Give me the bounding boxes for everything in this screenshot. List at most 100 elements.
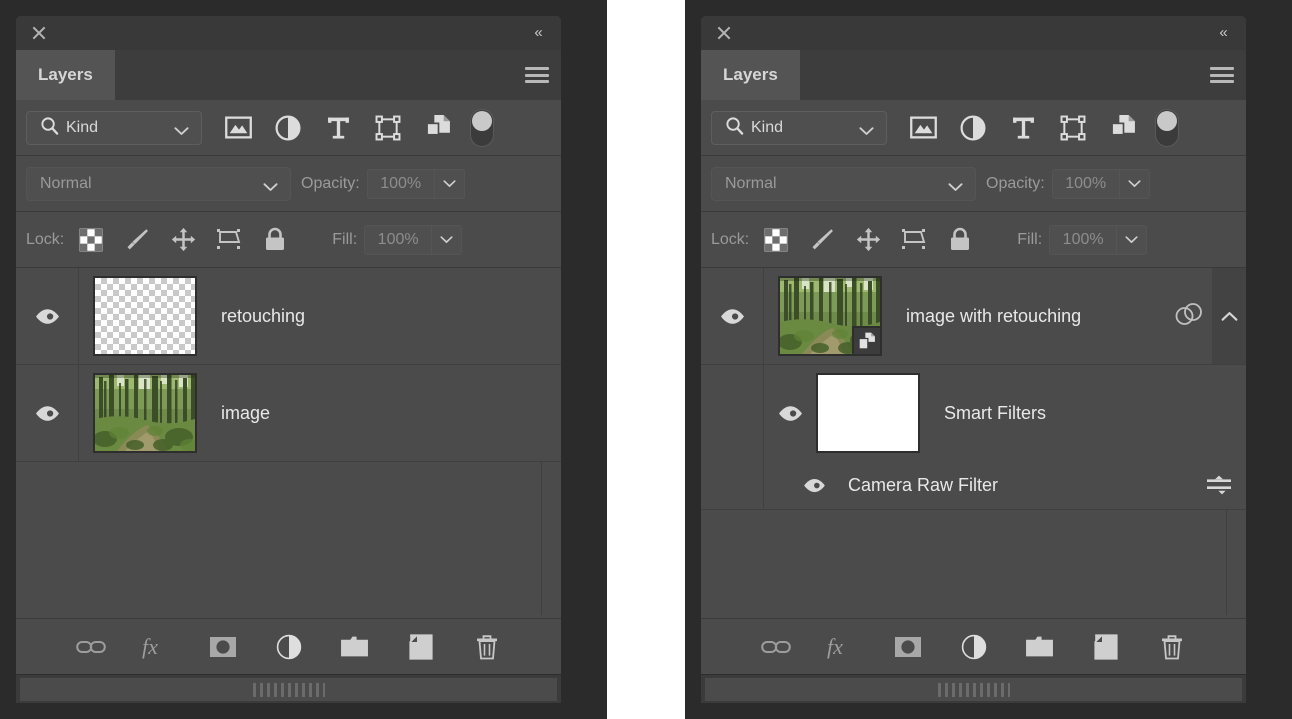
opacity-stepper-button[interactable] (434, 168, 465, 199)
blend-mode-select[interactable]: Normal (711, 166, 976, 201)
new-group-folder-icon[interactable] (1023, 630, 1057, 664)
layer-filter-bar: Kind (701, 100, 1246, 156)
layers-panel-left: « Layers Kind Normal Opacity: 100% Lock:… (16, 16, 561, 703)
table-row[interactable]: image (16, 365, 561, 462)
panel-resize-grip[interactable] (937, 683, 1010, 697)
filter-type-layers-icon[interactable] (1009, 114, 1037, 142)
filter-type-icons (224, 114, 452, 142)
filter-kind-select[interactable]: Kind (26, 110, 202, 145)
lock-image-pixels-brush-icon[interactable] (809, 227, 835, 253)
tab-layers-label: Layers (723, 65, 778, 84)
filter-enable-toggle[interactable] (1155, 108, 1179, 147)
lock-icons (78, 227, 288, 253)
fill-stepper-button[interactable] (1117, 224, 1148, 255)
eye-visibility-icon[interactable] (16, 365, 79, 461)
new-layer-icon[interactable] (1089, 630, 1123, 664)
delete-layer-trash-icon[interactable] (470, 630, 504, 664)
layers-bottom-toolbar (16, 618, 561, 674)
smart-filters-mask-thumbnail[interactable] (816, 373, 920, 453)
search-magnifier-icon (40, 116, 59, 140)
filter-shape-layers-icon[interactable] (374, 114, 402, 142)
new-adjustment-layer-icon[interactable] (272, 630, 306, 664)
lock-image-pixels-brush-icon[interactable] (124, 227, 150, 253)
lock-artboard-nesting-icon[interactable] (216, 227, 242, 253)
filter-pixel-layers-icon[interactable] (909, 114, 937, 142)
filter-name-label[interactable]: Camera Raw Filter (848, 475, 1204, 496)
new-layer-icon[interactable] (404, 630, 438, 664)
blend-mode-select[interactable]: Normal (26, 166, 291, 201)
layer-name-label[interactable]: image with retouching (906, 306, 1174, 327)
filter-adjustment-layers-icon[interactable] (274, 114, 302, 142)
lock-transparent-pixels-icon[interactable] (763, 227, 789, 253)
layer-style-fx-icon[interactable] (825, 630, 859, 664)
smart-filters-row[interactable]: Smart Filters (701, 365, 1246, 461)
add-layer-mask-icon[interactable] (206, 630, 240, 664)
layer-row-icons (1174, 301, 1204, 331)
left-panel-container: « Layers Kind Normal Opacity: 100% Lock:… (0, 0, 607, 719)
tab-layers[interactable]: Layers (701, 50, 800, 100)
opacity-input[interactable]: 100% (1051, 168, 1120, 199)
lock-all-padlock-icon[interactable] (947, 227, 973, 253)
smart-filters-overlapping-circles-icon[interactable] (1174, 301, 1204, 331)
collapse-double-chevron-icon[interactable]: « (1212, 24, 1234, 42)
panel-footer (16, 674, 561, 703)
eye-visibility-icon[interactable] (16, 268, 79, 364)
delete-layer-trash-icon[interactable] (1155, 630, 1189, 664)
fill-stepper-button[interactable] (432, 224, 463, 255)
filter-kind-select[interactable]: Kind (711, 110, 887, 145)
layer-thumbnail-cell[interactable] (764, 276, 882, 356)
close-icon[interactable] (714, 23, 734, 43)
layer-thumbnail-cell[interactable] (79, 373, 197, 453)
fill-input[interactable]: 100% (364, 224, 433, 255)
panel-tabbar: Layers (16, 50, 561, 100)
list-item[interactable]: Camera Raw Filter (701, 461, 1246, 510)
lock-transparent-pixels-icon[interactable] (78, 227, 104, 253)
hamburger-menu-icon[interactable] (523, 66, 551, 84)
chevron-up-icon[interactable] (1212, 268, 1246, 364)
tab-layers[interactable]: Layers (16, 50, 115, 100)
link-layers-icon[interactable] (74, 630, 108, 664)
panel-footer (701, 674, 1246, 703)
filter-adjustment-layers-icon[interactable] (959, 114, 987, 142)
layer-list-right: image with retouching Smart Filters Came… (701, 268, 1246, 615)
new-group-folder-icon[interactable] (338, 630, 372, 664)
layer-filter-bar: Kind (16, 100, 561, 156)
fill-label: Fill: (1017, 230, 1043, 248)
layer-name-label[interactable]: retouching (221, 306, 561, 327)
filter-smart-object-layers-icon[interactable] (424, 114, 452, 142)
filter-shape-layers-icon[interactable] (1059, 114, 1087, 142)
filter-pixel-layers-icon[interactable] (224, 114, 252, 142)
close-icon[interactable] (29, 23, 49, 43)
row-indent (701, 365, 764, 461)
filter-kind-label: Kind (751, 118, 784, 136)
lock-position-move-icon[interactable] (170, 227, 196, 253)
new-adjustment-layer-icon[interactable] (957, 630, 991, 664)
layer-name-label[interactable]: image (221, 403, 561, 424)
eye-visibility-icon[interactable] (701, 268, 764, 364)
layer-thumbnail-cell[interactable] (79, 276, 197, 356)
hamburger-menu-icon[interactable] (1208, 66, 1236, 84)
filter-smart-object-layers-icon[interactable] (1109, 114, 1137, 142)
filter-blending-options-icon[interactable] (1204, 472, 1234, 498)
lock-artboard-nesting-icon[interactable] (901, 227, 927, 253)
opacity-stepper-button[interactable] (1119, 168, 1150, 199)
lock-position-move-icon[interactable] (855, 227, 881, 253)
eye-visibility-icon[interactable] (764, 405, 816, 422)
layer-style-fx-icon[interactable] (140, 630, 174, 664)
lock-all-padlock-icon[interactable] (262, 227, 288, 253)
filter-enable-toggle[interactable] (470, 108, 494, 147)
eye-visibility-icon[interactable] (788, 478, 840, 493)
smart-object-badge-icon (852, 326, 882, 356)
chevron-down-icon (174, 123, 189, 141)
row-indent (701, 461, 764, 509)
filter-type-layers-icon[interactable] (324, 114, 352, 142)
table-row[interactable]: image with retouching (701, 268, 1246, 365)
opacity-input[interactable]: 100% (366, 168, 435, 199)
collapse-double-chevron-icon[interactable]: « (527, 24, 549, 42)
panel-resize-grip[interactable] (252, 683, 325, 697)
blend-mode-bar: Normal Opacity: 100% (701, 156, 1246, 212)
table-row[interactable]: retouching (16, 268, 561, 365)
link-layers-icon[interactable] (759, 630, 793, 664)
add-layer-mask-icon[interactable] (891, 630, 925, 664)
fill-input[interactable]: 100% (1049, 224, 1118, 255)
